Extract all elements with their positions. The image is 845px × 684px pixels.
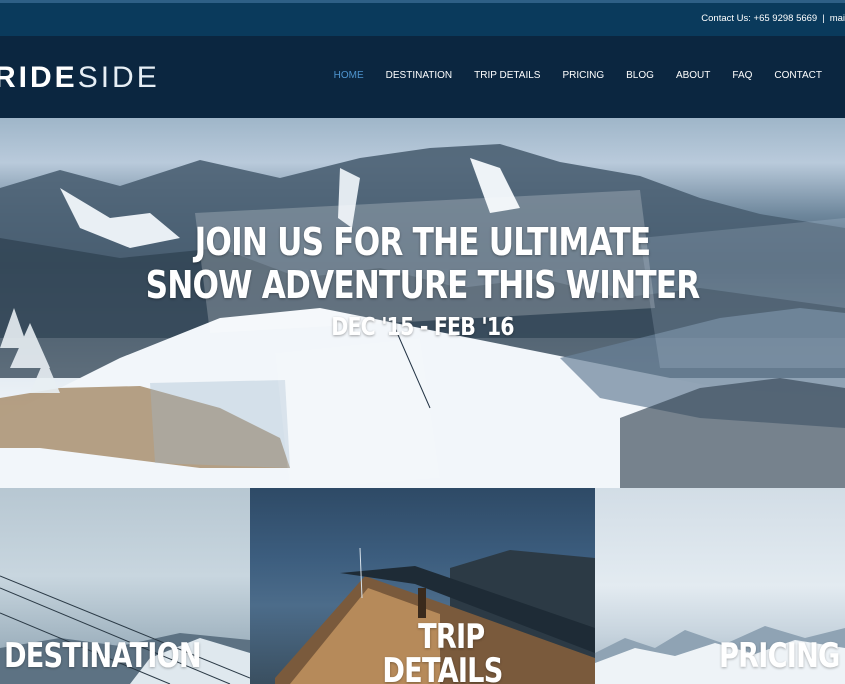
trip-details-label-line2: DETAILS — [382, 651, 503, 684]
hero-headline-line2: SNOW ADVENTURE THIS WINTER — [145, 263, 701, 307]
nav-home[interactable]: HOME — [323, 70, 375, 81]
contact-separator: | — [822, 13, 825, 24]
nav-trip-details[interactable]: TRIP DETAILS — [463, 70, 551, 81]
main-nav: HOME DESTINATION TRIP DETAILS PRICING BL… — [323, 70, 833, 81]
hero-headline-line1: JOIN US FOR THE ULTIMATE — [194, 220, 652, 264]
contact-info: Contact Us: +65 9298 5669 | mai — [701, 13, 845, 24]
contact-email-truncated[interactable]: mai — [830, 13, 845, 24]
site-logo[interactable]: RIDESIDE — [0, 61, 160, 95]
site-header: RIDESIDE HOME DESTINATION TRIP DETAILS P… — [0, 36, 845, 118]
nav-blog[interactable]: BLOG — [615, 70, 665, 81]
pricing-tile[interactable]: PRICING — [595, 488, 845, 684]
nav-contact[interactable]: CONTACT — [763, 70, 833, 81]
nav-faq[interactable]: FAQ — [721, 70, 763, 81]
top-contact-bar: Contact Us: +65 9298 5669 | mai — [0, 0, 845, 36]
hero-dates: DEC '15 - FEB '16 — [331, 312, 514, 341]
nav-destination[interactable]: DESTINATION — [375, 70, 463, 81]
nav-about[interactable]: ABOUT — [665, 70, 721, 81]
contact-phone[interactable]: Contact Us: +65 9298 5669 — [701, 13, 817, 24]
trip-details-tile-label: TRIP DETAILS — [382, 617, 503, 684]
hero-banner: JOIN US FOR THE ULTIMATE SNOW ADVENTURE … — [0, 118, 845, 490]
logo-light-part: SIDE — [77, 61, 160, 94]
nav-pricing[interactable]: PRICING — [551, 70, 615, 81]
destination-tile[interactable]: DESTINATION — [0, 488, 250, 684]
trip-details-label-line1: TRIP — [418, 617, 485, 657]
trip-details-tile[interactable]: TRIP DETAILS — [250, 488, 595, 684]
destination-tile-label: DESTINATION — [4, 636, 202, 676]
logo-bold-part: RIDE — [0, 61, 78, 94]
pricing-tile-label: PRICING — [719, 636, 840, 676]
